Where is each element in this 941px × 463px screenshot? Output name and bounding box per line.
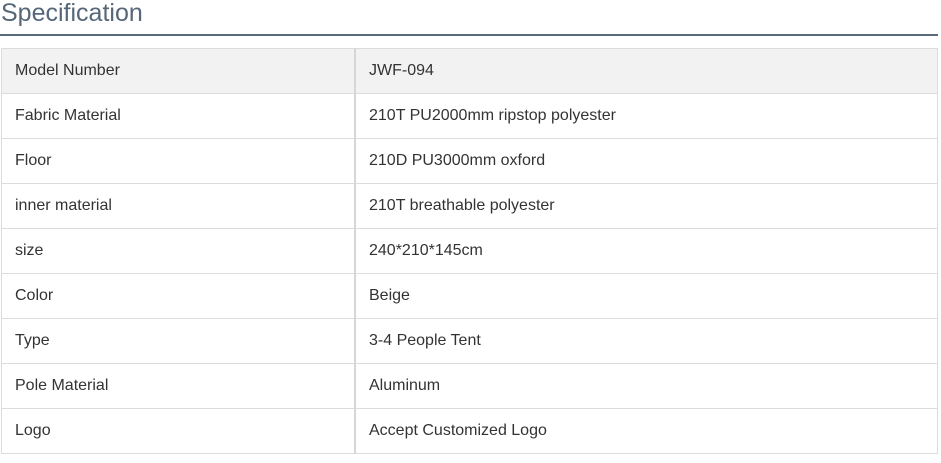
spec-value: 240*210*145cm [354, 228, 938, 274]
spec-value: 210T PU2000mm ripstop polyester [354, 93, 938, 139]
spec-value: JWF-094 [354, 48, 938, 94]
spec-value: 210D PU3000mm oxford [354, 138, 938, 184]
table-row: Logo Accept Customized Logo [1, 408, 938, 454]
spec-value: Aluminum [354, 363, 938, 409]
table-row: Color Beige [1, 273, 938, 319]
spec-value: Beige [354, 273, 938, 319]
spec-label: Pole Material [1, 363, 356, 409]
spec-value: 3-4 People Tent [354, 318, 938, 364]
title-underline [0, 34, 938, 36]
table-row: inner material 210T breathable polyester [1, 183, 938, 229]
table-row: size 240*210*145cm [1, 228, 938, 274]
spec-label: Fabric Material [1, 93, 356, 139]
spec-label: Logo [1, 408, 356, 454]
spec-label: size [1, 228, 356, 274]
spec-label: Model Number [1, 48, 356, 94]
specification-table: Model Number JWF-094 Fabric Material 210… [1, 48, 938, 454]
section-title: Specification [1, 0, 143, 27]
table-row: Pole Material Aluminum [1, 363, 938, 409]
table-row: Model Number JWF-094 [1, 48, 938, 94]
spec-label: Floor [1, 138, 356, 184]
table-row: Floor 210D PU3000mm oxford [1, 138, 938, 184]
spec-value: Accept Customized Logo [354, 408, 938, 454]
spec-value: 210T breathable polyester [354, 183, 938, 229]
table-row: Type 3-4 People Tent [1, 318, 938, 364]
table-row: Fabric Material 210T PU2000mm ripstop po… [1, 93, 938, 139]
spec-label: inner material [1, 183, 356, 229]
spec-label: Type [1, 318, 356, 364]
spec-label: Color [1, 273, 356, 319]
